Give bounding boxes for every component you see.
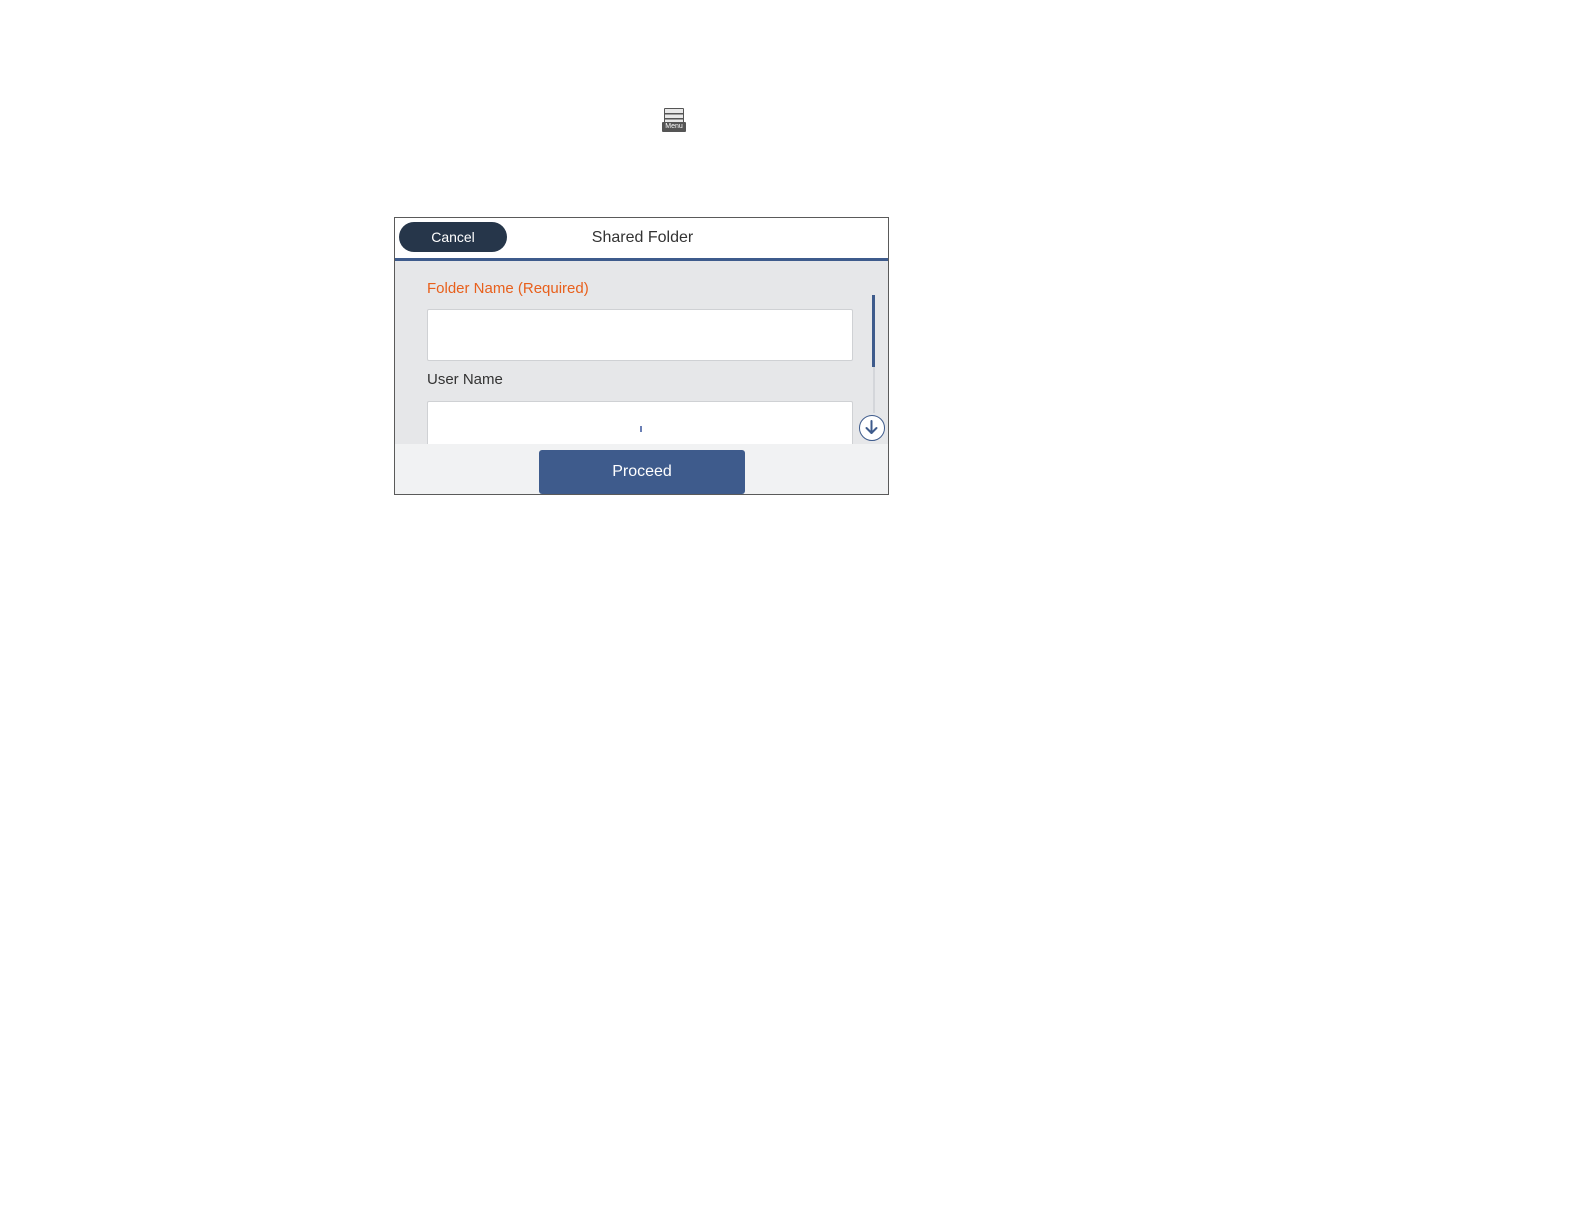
arrow-down-icon	[865, 420, 878, 434]
screen-header: Cancel Shared Folder	[395, 218, 888, 261]
proceed-button[interactable]: Proceed	[539, 450, 745, 494]
screen-footer: Proceed	[395, 444, 888, 494]
user-name-label: User Name	[427, 371, 503, 388]
folder-name-label: Folder Name (Required)	[427, 280, 589, 297]
scrollbar-thumb[interactable]	[872, 295, 875, 367]
text-cursor	[640, 426, 642, 432]
cancel-button[interactable]: Cancel	[399, 222, 507, 252]
user-name-field[interactable]	[427, 401, 853, 444]
arrow-down-circle-icon[interactable]	[859, 415, 885, 441]
form-area: Folder Name (Required) User Name	[395, 261, 888, 444]
printer-lcd-screen: Cancel Shared Folder Folder Name (Requir…	[394, 217, 889, 495]
page-title: Shared Folder	[591, 229, 694, 246]
menu-icon-label: Menu	[662, 122, 686, 132]
folder-name-field[interactable]	[427, 309, 853, 361]
menu-icon: Menu	[662, 108, 686, 134]
